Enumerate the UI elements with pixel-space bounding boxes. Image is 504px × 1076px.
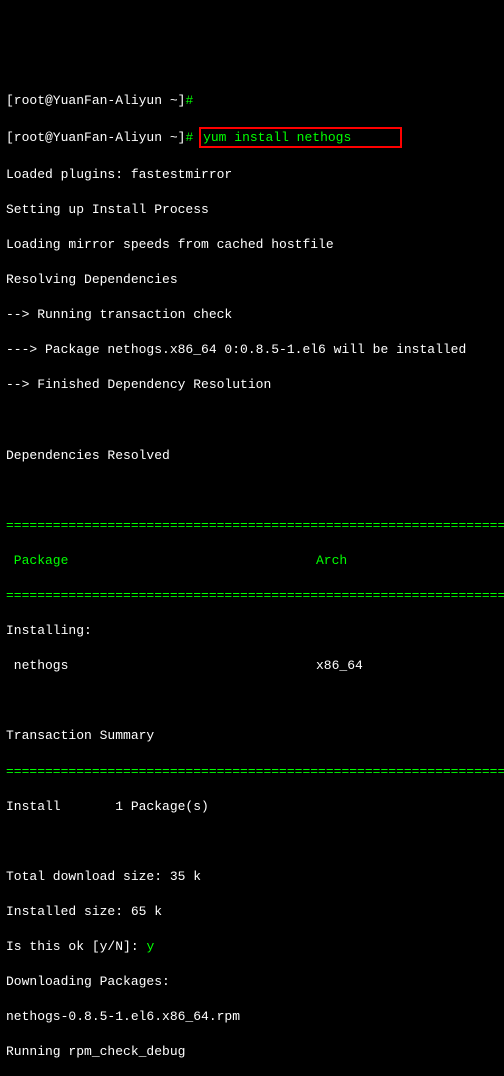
output-line: Installed size: 65 k <box>6 903 498 921</box>
prompt-user-host: [root@YuanFan-Aliyun ~] <box>6 93 185 108</box>
output-line: ---> Package nethogs.x86_64 0:0.8.5-1.el… <box>6 341 498 359</box>
prompt-line-2: [root@YuanFan-Aliyun ~]# yum install net… <box>6 127 498 149</box>
output-line: --> Running transaction check <box>6 306 498 324</box>
pkg-name: nethogs <box>6 657 316 675</box>
blank-line <box>6 482 498 500</box>
pkg-arch: x86_64 <box>316 657 498 675</box>
output-line: Setting up Install Process <box>6 201 498 219</box>
output-line: Transaction Summary <box>6 727 498 745</box>
prompt-user-host: [root@YuanFan-Aliyun ~] <box>6 130 185 145</box>
separator: ========================================… <box>6 517 498 535</box>
command-text: yum install nethogs <box>203 130 351 145</box>
output-line: Loaded plugins: fastestmirror <box>6 166 498 184</box>
table-header: PackageArch <box>6 552 498 570</box>
user-input: y <box>146 939 154 954</box>
output-line: Installing: <box>6 622 498 640</box>
output-line: Is this ok [y/N]: y <box>6 938 498 956</box>
header-package: Package <box>6 552 316 570</box>
separator: ========================================… <box>6 587 498 605</box>
command-highlight: yum install nethogs <box>199 127 402 149</box>
output-line: Loading mirror speeds from cached hostfi… <box>6 236 498 254</box>
prompt-line-1: [root@YuanFan-Aliyun ~]# <box>6 92 498 110</box>
output-line: Running rpm_check_debug <box>6 1043 498 1061</box>
output-line: Total download size: 35 k <box>6 868 498 886</box>
separator: ========================================… <box>6 763 498 781</box>
terminal[interactable]: [root@YuanFan-Aliyun ~]# [root@YuanFan-A… <box>6 74 498 1076</box>
output-line: --> Finished Dependency Resolution <box>6 376 498 394</box>
output-line: Install 1 Package(s) <box>6 798 498 816</box>
blank-line <box>6 692 498 710</box>
table-row: nethogsx86_64 <box>6 657 498 675</box>
blank-line <box>6 833 498 851</box>
output-line: Resolving Dependencies <box>6 271 498 289</box>
output-line: Downloading Packages: <box>6 973 498 991</box>
output-line: Dependencies Resolved <box>6 447 498 465</box>
output-line: nethogs-0.8.5-1.el6.x86_64.rpm <box>6 1008 498 1026</box>
blank-line <box>6 412 498 430</box>
header-arch: Arch <box>316 552 498 570</box>
